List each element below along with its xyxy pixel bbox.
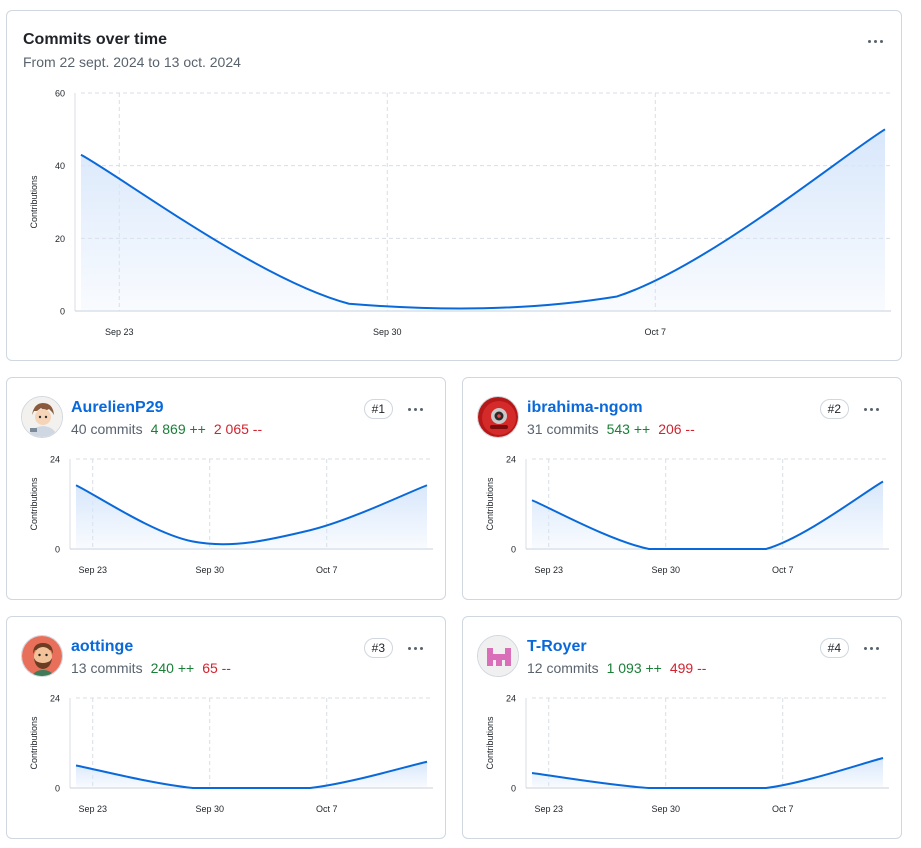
contributor-card: ibrahima-ngom 31 commits 543 ++ 206 -- #2 … — [462, 377, 902, 600]
y-axis-label: Contributions — [485, 477, 495, 531]
contributor-chart: 0 24 Sep 23 Sep 30 Oct 7 Contributions — [485, 455, 889, 575]
contributor-card: T-Royer 12 commits 1 093 ++ 499 -- #4 0 24 S… — [462, 616, 902, 839]
contributor-chart: 0 24 Sep 23 Sep 30 Oct 7 Contributions — [29, 455, 433, 575]
contributor-chart: 0 24 Sep 23 Sep 30 Oct 7 Contributions — [485, 694, 889, 814]
x-tick-label: Sep 23 — [534, 565, 563, 575]
y-axis-label: Contributions — [485, 716, 495, 770]
y-tick-label: 24 — [506, 694, 516, 704]
x-tick-label: Oct 7 — [316, 804, 338, 814]
x-tick-label: Sep 30 — [195, 804, 224, 814]
x-tick-label: Oct 7 — [772, 804, 794, 814]
x-tick-label: Sep 30 — [195, 565, 224, 575]
contributor-card: AurelienP29 40 commits 4 869 ++ 2 065 -- #… — [6, 377, 446, 600]
contributor-card: aottinge 13 commits 240 ++ 65 -- #3 0 24 Sep… — [6, 616, 446, 839]
y-axis-label: Contributions — [29, 716, 39, 770]
y-tick-label: 40 — [55, 161, 65, 171]
y-tick-label: 0 — [55, 784, 60, 794]
y-axis-label: Contributions — [29, 175, 39, 229]
series-area — [81, 129, 885, 311]
y-tick-label: 60 — [55, 89, 65, 99]
y-tick-label: 0 — [511, 545, 516, 555]
x-tick-label: Sep 23 — [534, 804, 563, 814]
commits-chart: 0 20 40 60 Sep 23 Sep 30 Oct 7 Contributions — [29, 89, 891, 337]
y-tick-label: 0 — [60, 307, 65, 317]
x-tick-label: Sep 30 — [373, 327, 402, 337]
y-axis-label: Contributions — [29, 477, 39, 531]
x-tick-label: Oct 7 — [772, 565, 794, 575]
y-tick-label: 0 — [511, 784, 516, 794]
x-tick-label: Oct 7 — [316, 565, 338, 575]
y-tick-label: 20 — [55, 234, 65, 244]
x-tick-label: Sep 23 — [78, 804, 107, 814]
x-tick-label: Sep 30 — [651, 804, 680, 814]
y-tick-label: 24 — [50, 694, 60, 704]
commits-over-time-card: Commits over time From 22 sept. 2024 to … — [6, 10, 902, 361]
y-tick-label: 0 — [55, 545, 60, 555]
x-tick-label: Sep 30 — [651, 565, 680, 575]
x-tick-label: Oct 7 — [645, 327, 667, 337]
series-area — [76, 485, 427, 549]
x-tick-label: Sep 23 — [105, 327, 134, 337]
y-tick-label: 24 — [50, 455, 60, 465]
y-tick-label: 24 — [506, 455, 516, 465]
x-tick-label: Sep 23 — [78, 565, 107, 575]
contributor-chart: 0 24 Sep 23 Sep 30 Oct 7 Contributions — [29, 694, 433, 814]
